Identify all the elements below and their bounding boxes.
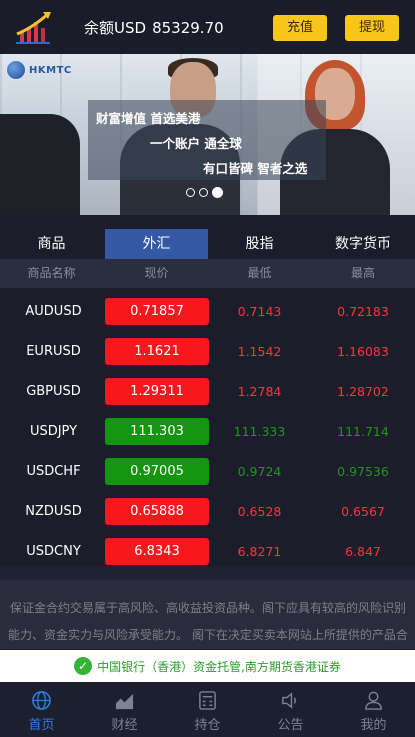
nav-label: 持仓 xyxy=(194,718,221,733)
high-price: 1.28702 xyxy=(337,384,389,399)
user-icon xyxy=(365,691,382,710)
shield-check-icon: ✓ xyxy=(74,657,93,675)
nav-home[interactable]: 首页 xyxy=(0,682,83,737)
banner-photo-person xyxy=(0,114,80,215)
current-price: 111.303 xyxy=(105,418,209,445)
table-header: 商品名称 现价 最低 最高 xyxy=(0,259,415,288)
high-price: 0.6567 xyxy=(341,504,385,519)
risk-disclaimer-text: 保证金合约交易属于高风险、高收益投资品种。阁下应具有较高的风险识别能力、资金实力… xyxy=(8,601,408,642)
globe-icon xyxy=(32,691,51,710)
section-divider xyxy=(0,566,415,580)
nav-positions[interactable]: 持仓 xyxy=(166,682,249,737)
quote-row[interactable]: USDJPY 111.303 111.333 111.714 xyxy=(0,412,415,452)
tab-forex[interactable]: 外汇 xyxy=(105,229,208,259)
current-price: 0.97005 xyxy=(105,458,209,485)
nav-announcements[interactable]: 公告 xyxy=(249,682,332,737)
current-price: 0.65888 xyxy=(105,498,209,525)
market-tabs: 商品 外汇 股指 数字货币 xyxy=(0,229,415,259)
brand-logo: HKMTC xyxy=(6,60,72,80)
tab-commodities[interactable]: 商品 xyxy=(0,229,103,259)
symbol: GBPUSD xyxy=(26,384,81,399)
low-price: 1.2784 xyxy=(237,384,282,399)
chart-icon xyxy=(115,693,134,710)
balance-display: 余额USD 85329.70 xyxy=(84,17,224,38)
quote-row[interactable]: GBPUSD 1.29311 1.2784 1.28702 xyxy=(0,372,415,412)
promo-banner[interactable]: HKMTC 财富增值 首选美港 一个账户 通全球 有口皆碑 智者之选 xyxy=(0,54,415,215)
banner-slogan: 一个账户 通全球 xyxy=(150,136,242,151)
high-price: 111.714 xyxy=(337,424,389,439)
withdraw-button[interactable]: 提现 xyxy=(345,15,399,41)
top-bar: 余额USD 85329.70 充值 提现 xyxy=(0,0,415,54)
symbol: USDJPY xyxy=(29,424,78,439)
risk-disclaimer: 保证金合约交易属于高风险、高收益投资品种。阁下应具有较高的风险识别能力、资金实力… xyxy=(0,580,415,649)
app-logo-icon xyxy=(16,12,51,44)
nav-profile[interactable]: 我的 xyxy=(332,682,415,737)
symbol: EURUSD xyxy=(26,344,81,359)
banner-slogan: 财富增值 首选美港 xyxy=(96,111,201,126)
banner-slogan: 有口皆碑 智者之选 xyxy=(203,161,308,176)
low-price: 0.9724 xyxy=(237,464,282,479)
carousel-dot-active[interactable] xyxy=(212,187,223,198)
balance-value: 85329.70 xyxy=(152,19,224,37)
brand-logo-text: HKMTC xyxy=(29,64,72,76)
high-price: 0.97536 xyxy=(337,464,389,479)
custody-text: 中国银行（香港）资金托管,南方期货香港证券 xyxy=(97,659,341,674)
low-price: 0.7143 xyxy=(237,304,282,319)
high-price: 1.16083 xyxy=(337,344,389,359)
quote-row[interactable]: AUDUSD 0.71857 0.7143 0.72183 xyxy=(0,292,415,332)
nav-finance[interactable]: 财经 xyxy=(83,682,166,737)
low-price: 1.1542 xyxy=(237,344,282,359)
symbol: AUDUSD xyxy=(25,304,82,319)
speaker-icon xyxy=(282,692,296,709)
symbol: USDCHF xyxy=(26,464,81,479)
globe-logo-icon xyxy=(6,60,26,80)
column-header-name: 商品名称 xyxy=(27,266,76,280)
column-header-high: 最高 xyxy=(350,266,375,280)
tab-indices[interactable]: 股指 xyxy=(208,229,311,259)
carousel-indicators xyxy=(186,187,223,198)
bottom-nav: 首页 财经 持仓 公告 我的 xyxy=(0,682,415,737)
carousel-dot[interactable] xyxy=(199,188,208,197)
quote-row[interactable]: EURUSD 1.1621 1.1542 1.16083 xyxy=(0,332,415,372)
current-price: 1.1621 xyxy=(105,338,209,365)
custody-banner: ✓ 中国银行（香港）资金托管,南方期货香港证券 xyxy=(0,650,415,682)
current-price: 0.71857 xyxy=(105,298,209,325)
nav-label: 首页 xyxy=(28,718,55,733)
nav-label: 财经 xyxy=(111,718,138,733)
recharge-button[interactable]: 充值 xyxy=(273,15,327,41)
current-price: 6.8343 xyxy=(105,538,209,565)
calculator-icon xyxy=(199,691,216,710)
low-price: 0.6528 xyxy=(237,504,282,519)
column-header-price: 现价 xyxy=(144,266,169,280)
quote-row[interactable]: USDCHF 0.97005 0.9724 0.97536 xyxy=(0,452,415,492)
column-header-low: 最低 xyxy=(247,266,272,280)
nav-label: 公告 xyxy=(277,718,304,733)
symbol: NZDUSD xyxy=(25,504,82,519)
high-price: 0.72183 xyxy=(337,304,389,319)
carousel-dot[interactable] xyxy=(186,188,195,197)
low-price: 111.333 xyxy=(233,424,286,439)
nav-label: 我的 xyxy=(360,718,387,733)
tab-crypto[interactable]: 数字货币 xyxy=(311,229,415,259)
balance-label: 余额USD xyxy=(84,19,147,37)
quote-row[interactable]: NZDUSD 0.65888 0.6528 0.6567 xyxy=(0,492,415,532)
current-price: 1.29311 xyxy=(105,378,209,405)
